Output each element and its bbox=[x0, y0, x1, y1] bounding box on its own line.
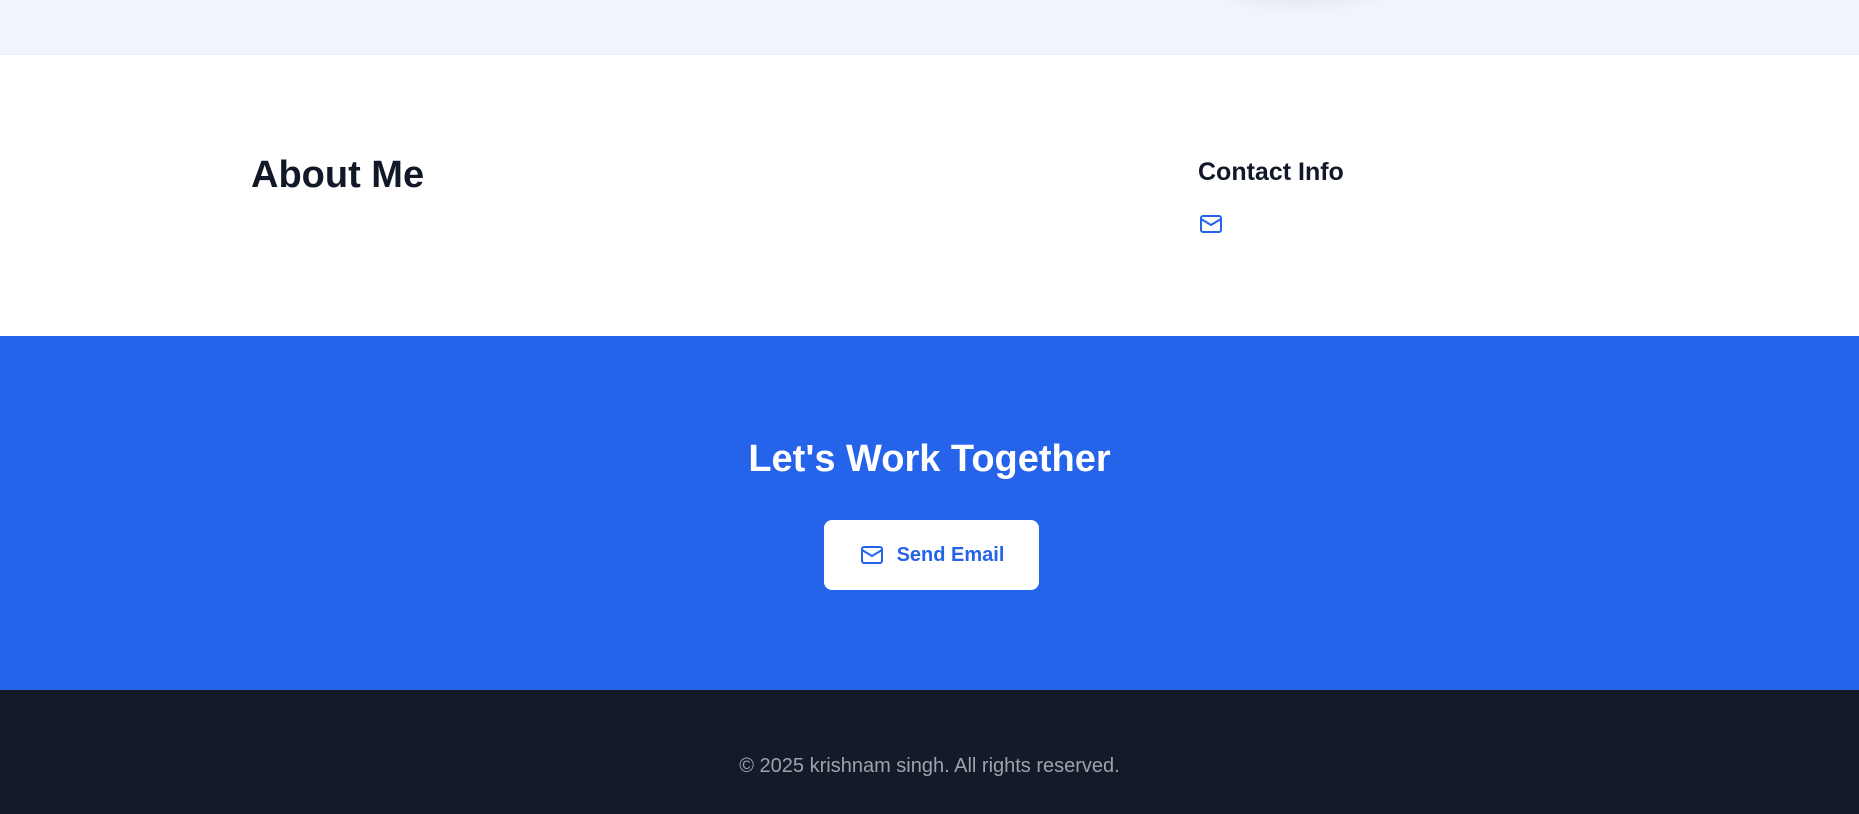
about-section: About Me Contact Info bbox=[0, 55, 1859, 336]
footer: © 2025 krishnam singh. All rights reserv… bbox=[0, 690, 1859, 814]
about-title: About Me bbox=[251, 154, 425, 196]
hero-section-bottom bbox=[0, 0, 1859, 55]
copyright-text: © 2025 krishnam singh. All rights reserv… bbox=[739, 755, 1120, 777]
cta-section: Let's Work Together Send Email bbox=[0, 336, 1859, 690]
send-email-label: Send Email bbox=[896, 543, 1005, 566]
cta-title: Let's Work Together bbox=[748, 438, 1111, 480]
mail-icon bbox=[859, 542, 885, 568]
mail-icon[interactable] bbox=[1198, 211, 1224, 237]
send-email-button[interactable]: Send Email bbox=[824, 520, 1039, 590]
decorative-shadow bbox=[1200, 0, 1400, 15]
contact-info-title: Contact Info bbox=[1198, 158, 1344, 186]
